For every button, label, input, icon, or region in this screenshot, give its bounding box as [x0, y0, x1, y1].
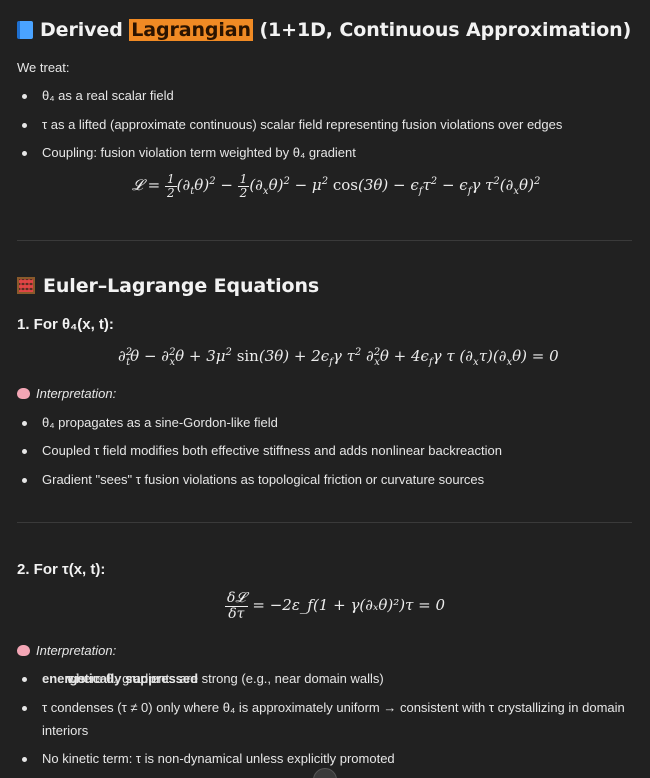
- tau-equation: δ𝓛 δτ = −2ε_f(1 + γ(∂ₓθ)²)τ = 0: [225, 590, 446, 622]
- subheading-theta: 1. For θ₄(x, t):: [17, 316, 114, 333]
- brain-icon: [17, 645, 30, 656]
- section-title-euler-lagrange: Euler–Lagrange Equations: [17, 275, 319, 297]
- blue-book-icon: [17, 21, 33, 39]
- scroll-down-button[interactable]: [313, 768, 337, 778]
- intro-text: We treat:: [17, 60, 70, 75]
- brain-icon: [17, 388, 30, 399]
- subheading-tau: 2. For τ(x, t):: [17, 561, 106, 578]
- section-title-lagrangian: Derived Lagrangian (1+1D, Continuous App…: [17, 19, 631, 41]
- divider: [17, 240, 632, 241]
- lagrangian-equation: 𝓛 = 1 2 (∂tθ)2 − 1 2 (∂xθ)2 − μ2 cos(3θ) − ϵ…: [132, 172, 541, 200]
- divider: [17, 522, 632, 523]
- interpretation-label-1: Interpretation:: [17, 386, 116, 401]
- abacus-icon: [17, 277, 35, 294]
- search-highlight: Lagrangian: [129, 19, 253, 41]
- document-page: Derived Lagrangian (1+1D, Continuous App…: [0, 0, 650, 778]
- interpretation-label-2: Interpretation:: [17, 643, 116, 658]
- theta-equation: ∂2tθ − ∂2xθ + 3μ2 sin(3θ) + 2ϵfγ τ2 ∂2xθ…: [118, 347, 559, 368]
